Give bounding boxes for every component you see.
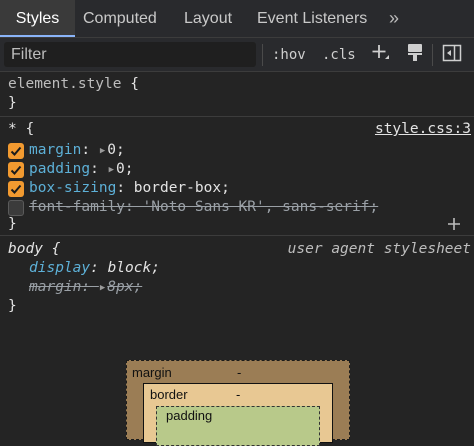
plus-icon — [372, 45, 389, 59]
checkmark-icon — [10, 146, 22, 156]
selector-universal[interactable]: * — [8, 121, 17, 137]
rule-element-style: element.style { } — [0, 72, 474, 117]
declaration-margin: margin: ▶ 0; — [29, 141, 125, 160]
filter-input[interactable] — [4, 42, 256, 67]
semicolon: ; — [116, 142, 125, 158]
checkmark-icon — [10, 165, 22, 175]
declaration-font-family: font-family: 'Noto Sans KR', sans-serif; — [29, 199, 379, 215]
property-value: 8px — [107, 279, 134, 295]
expand-triangle-icon[interactable]: ▶ — [109, 161, 114, 180]
property-value[interactable]: border-box — [134, 180, 221, 196]
checkbox-padding[interactable] — [8, 162, 24, 178]
property-value[interactable]: 0 — [107, 142, 116, 158]
rule-header: body { — [8, 240, 60, 259]
rule-body: body { user agent stylesheet display: bl… — [0, 236, 474, 321]
border-label: border — [150, 387, 188, 402]
colon: : — [90, 161, 99, 177]
property-value: block — [107, 260, 152, 276]
property-name[interactable]: font-family — [29, 199, 125, 215]
expand-triangle-icon[interactable]: ▶ — [100, 279, 105, 298]
more-tabs-button[interactable]: » — [382, 0, 406, 37]
tab-layout[interactable]: Layout — [177, 0, 239, 37]
property-value[interactable]: 0 — [116, 161, 125, 177]
styles-toolbar: :hov .cls — [0, 38, 474, 72]
tab-styles[interactable]: Styles — [0, 0, 75, 37]
box-model-padding[interactable]: padding — [156, 406, 320, 446]
property-name[interactable]: box-sizing — [29, 180, 116, 196]
semicolon: ; — [151, 260, 160, 276]
toolbar-divider-2 — [432, 44, 433, 66]
tab-event-listeners[interactable]: Event Listeners — [250, 0, 374, 37]
box-model-diagram: margin - border - padding — [0, 320, 474, 446]
close-brace: } — [8, 298, 17, 314]
rule-universal: * { style.css:3 margin: ▶ 0; padding: ▶ 0;… — [0, 117, 474, 236]
checkbox-box-sizing[interactable] — [8, 181, 24, 197]
declaration-box-sizing: box-sizing: border-box; — [29, 179, 230, 198]
declaration-display: display: block; — [29, 259, 160, 278]
tab-computed[interactable]: Computed — [76, 0, 164, 37]
open-brace: { — [130, 76, 139, 92]
expand-triangle-icon[interactable]: ▶ — [100, 142, 105, 161]
new-style-rule-button[interactable] — [370, 41, 390, 63]
padding-label: padding — [166, 408, 213, 423]
toggle-sidebar-button[interactable] — [442, 43, 462, 65]
open-brace: { — [51, 241, 61, 257]
property-name[interactable]: margin — [29, 142, 81, 158]
sidebar-toggle-icon — [442, 44, 462, 62]
hov-toggle-button[interactable]: :hov — [272, 44, 306, 66]
colon: : — [81, 142, 91, 158]
close-brace: } — [8, 216, 17, 232]
colon: : — [90, 260, 99, 276]
property-name: margin — [29, 279, 82, 295]
selector-element-style[interactable]: element.style — [8, 76, 122, 92]
cls-toggle-button[interactable]: .cls — [322, 44, 356, 66]
checkbox-margin[interactable] — [8, 143, 24, 159]
property-name[interactable]: padding — [29, 161, 90, 177]
element-state-button[interactable] — [406, 42, 424, 64]
plus-icon — [448, 218, 460, 230]
semicolon: ; — [221, 180, 230, 196]
colon: : — [116, 180, 126, 196]
close-brace: } — [8, 95, 17, 111]
border-value[interactable]: - — [236, 387, 240, 402]
declaration-margin-overridden: margin: ▶ 8px; — [29, 278, 142, 297]
semicolon: ; — [124, 161, 134, 177]
paint-brush-icon — [408, 44, 422, 61]
rule-header: * { — [8, 120, 34, 139]
margin-value[interactable]: - — [237, 365, 241, 380]
box-model-border[interactable]: border - padding — [143, 383, 333, 446]
toolbar-divider — [262, 44, 263, 66]
box-model-margin[interactable]: margin - border - padding — [126, 360, 350, 446]
checkbox-font-family[interactable] — [8, 200, 24, 216]
open-brace: { — [25, 121, 35, 137]
add-declaration-button[interactable] — [446, 215, 462, 238]
panel-tabs: Styles Computed Layout Event Listeners » — [0, 0, 474, 38]
rule-header: element.style { — [8, 75, 139, 94]
selector-body[interactable]: body — [8, 241, 43, 257]
property-name: display — [29, 260, 91, 276]
margin-label: margin — [132, 365, 172, 380]
checkmark-icon — [10, 184, 22, 194]
property-value[interactable]: 'Noto Sans KR', sans-serif — [143, 199, 370, 215]
declaration-padding: padding: ▶ 0; — [29, 160, 133, 179]
source-label: user agent stylesheet — [287, 241, 471, 257]
source-link[interactable]: style.css:3 — [375, 120, 471, 139]
